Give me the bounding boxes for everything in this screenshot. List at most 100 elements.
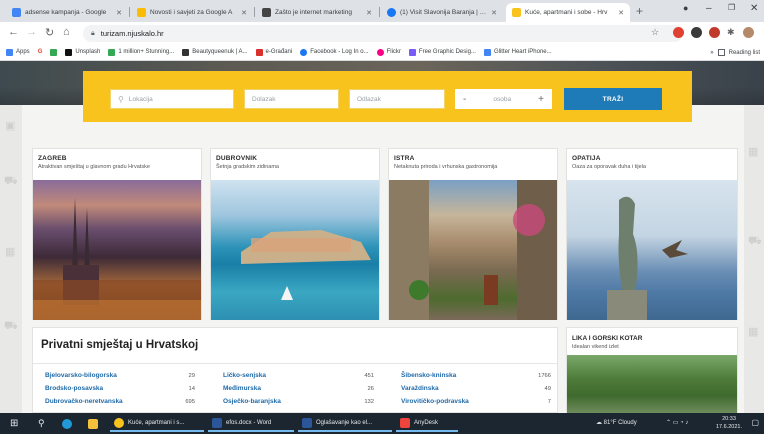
- taskbar-word-window[interactable]: efos.docx - Word: [208, 415, 294, 432]
- close-tab-icon[interactable]: ✕: [116, 9, 122, 17]
- county-link[interactable]: Šibensko-kninska: [401, 372, 456, 379]
- browser-tab[interactable]: (1) Visit Slavonija Baranja | Fa ✕: [381, 3, 503, 22]
- edge-browser-icon[interactable]: [58, 415, 76, 432]
- minimize-button[interactable]: –: [706, 3, 712, 14]
- region-card-istra[interactable]: ISTRA Netaknuta priroda i vrhunska gastr…: [388, 148, 558, 320]
- bookmark-flickr[interactable]: Flickr: [376, 48, 401, 56]
- facebook-favicon-icon: [387, 8, 396, 17]
- system-tray-icons[interactable]: ⌃ ▭ ◔ ♪: [666, 419, 688, 426]
- browser-tab[interactable]: Novosti i savjeti za Google A ✕: [131, 3, 253, 22]
- bookmark-egradani[interactable]: e-Građani: [255, 48, 292, 56]
- forward-arrow-icon[interactable]: →: [26, 26, 37, 38]
- opera-extension-icon[interactable]: [673, 27, 684, 38]
- bookmark-facebook[interactable]: Facebook - Log In o...: [300, 48, 369, 56]
- statue-illustration: [607, 196, 688, 320]
- opatija-photo[interactable]: [567, 180, 737, 320]
- increase-guests-button[interactable]: +: [538, 94, 544, 105]
- bookmark-star-icon[interactable]: ☆: [651, 27, 659, 38]
- cloud-icon: ☁: [596, 420, 602, 426]
- apps-grid-icon: [6, 48, 13, 56]
- clock-time: 20:33: [722, 416, 736, 422]
- guests-placeholder[interactable]: osoba: [493, 96, 511, 103]
- checkin-date-input[interactable]: Dolazak: [244, 89, 339, 109]
- extensions-puzzle-icon[interactable]: ✱: [727, 27, 735, 38]
- section-title: Privatni smještaj u Hrvatskoj: [41, 339, 199, 351]
- url-text[interactable]: turizam.njuskalo.hr: [101, 29, 164, 38]
- bookmarks-more-button[interactable]: »: [710, 50, 713, 56]
- search-icon[interactable]: ⚲: [34, 415, 49, 432]
- bookmark-item[interactable]: [50, 48, 58, 56]
- crown-icon: [182, 48, 190, 56]
- region-card-zagreb[interactable]: ZAGREB Atraktivan smještaj u glavnom gra…: [32, 148, 202, 320]
- bookmark-graphic-design[interactable]: Free Graphic Desig...: [408, 48, 476, 56]
- county-link[interactable]: Međimurska: [223, 385, 261, 392]
- weather-widget[interactable]: ☁ 81°F Cloudy: [596, 419, 637, 426]
- featured-card-lika[interactable]: LIKA I GORSKI KOTAR Idealan vikend izlet: [566, 327, 738, 413]
- county-link[interactable]: Osječko-baranjska: [223, 398, 281, 405]
- taskbar-chrome-window[interactable]: Kuće, apartmani i s...: [110, 415, 204, 432]
- extension-icon[interactable]: [691, 27, 702, 38]
- bookmark-unsplash[interactable]: Unsplash: [65, 48, 100, 56]
- building-decor-icon: ▦: [748, 146, 759, 158]
- profile-circle-icon[interactable]: ●: [683, 3, 688, 13]
- region-card-opatija[interactable]: OPATIJA Oaza za oporavak duha i tijela: [566, 148, 738, 320]
- home-icon[interactable]: ⌂: [63, 26, 70, 38]
- file-explorer-icon[interactable]: [84, 415, 102, 432]
- search-button[interactable]: TRAŽI: [564, 88, 662, 110]
- decrease-guests-button[interactable]: -: [463, 94, 466, 105]
- bookmarks-overflow: » Reading list: [706, 44, 760, 60]
- address-bar[interactable]: 🔒︎ turizam.njuskalo.hr: [83, 25, 683, 42]
- clock[interactable]: 20:33 17.6.2021.: [716, 415, 742, 431]
- bookmark-google[interactable]: G: [38, 49, 43, 55]
- istra-photo[interactable]: [389, 180, 557, 320]
- bookmark-glitter[interactable]: Glitter Heart iPhone...: [483, 48, 552, 56]
- county-link[interactable]: Brodsko-posavska: [45, 385, 103, 392]
- bookmark-beautyqueen[interactable]: Beautyqueenuk | A...: [182, 48, 248, 56]
- google-favicon-icon: [12, 8, 21, 17]
- tab-title: Novosti i savjeti za Google A: [150, 9, 233, 16]
- county-link[interactable]: Varaždinska: [401, 385, 439, 392]
- close-tab-icon[interactable]: ✕: [241, 9, 247, 17]
- close-tab-icon[interactable]: ✕: [491, 9, 497, 17]
- browser-tab[interactable]: Zašto je internet marketing ✕: [256, 3, 378, 22]
- close-tab-icon[interactable]: ✕: [618, 9, 624, 17]
- reading-list-icon: [717, 49, 725, 56]
- checkout-date-input[interactable]: Odlazak: [349, 89, 445, 109]
- county-count: 49: [544, 386, 551, 392]
- tab-title: Zašto je internet marketing: [275, 9, 352, 16]
- reading-list-button[interactable]: Reading list: [729, 50, 760, 56]
- new-tab-button[interactable]: +: [636, 4, 643, 18]
- taskbar-anydesk-window[interactable]: AnyDesk: [396, 415, 458, 432]
- search-panel: ⚲ Lokacija Dolazak Odlazak - osoba + TRA…: [83, 71, 692, 122]
- dubrovnik-photo[interactable]: [211, 180, 379, 320]
- alley-illustration: [389, 180, 557, 320]
- windows-start-icon[interactable]: ⊞: [6, 415, 22, 432]
- county-link[interactable]: Virovitičko-podravska: [401, 398, 469, 405]
- browser-tab[interactable]: adsense kampanja - Google ✕: [6, 3, 128, 22]
- browser-tab-active[interactable]: Kuće, apartmani i sobe - Hrv ✕: [506, 3, 630, 22]
- extension-icon[interactable]: [709, 27, 720, 38]
- profile-avatar[interactable]: [743, 27, 754, 38]
- clock-date: 17.6.2021.: [716, 424, 742, 430]
- zagreb-photo[interactable]: [33, 180, 201, 320]
- taskbar-word-window[interactable]: Oglašavanje kao el...: [298, 415, 392, 432]
- bookmark-apps[interactable]: Apps: [6, 48, 30, 56]
- back-arrow-icon[interactable]: ←: [8, 26, 19, 38]
- lika-photo[interactable]: [567, 355, 737, 413]
- close-tab-icon[interactable]: ✕: [366, 9, 372, 17]
- google-ads-favicon-icon: [137, 8, 146, 17]
- notifications-icon[interactable]: ▢: [751, 418, 759, 427]
- reload-icon[interactable]: ↻: [45, 26, 54, 39]
- close-window-button[interactable]: ✕: [750, 3, 758, 14]
- region-card-dubrovnik[interactable]: DUBROVNIK Šetnja gradskim zidinama: [210, 148, 380, 320]
- county-link[interactable]: Bjelovarsko-bilogorska: [45, 372, 117, 379]
- county-link[interactable]: Ličko-senjska: [223, 372, 266, 379]
- chrome-icon: [114, 417, 124, 428]
- region-subtitle: Atraktivan smještaj u glavnom gradu Hrva…: [38, 164, 150, 170]
- location-input[interactable]: ⚲ Lokacija: [110, 89, 234, 109]
- bookmark-stunning[interactable]: 1 million+ Stunning...: [108, 48, 174, 56]
- region-subtitle: Oaza za oporavak duha i tijela: [572, 164, 646, 170]
- croatian-shield-icon: [255, 48, 263, 56]
- county-link[interactable]: Dubrovačko-neretvanska: [45, 398, 123, 405]
- maximize-button[interactable]: ❐: [728, 3, 735, 12]
